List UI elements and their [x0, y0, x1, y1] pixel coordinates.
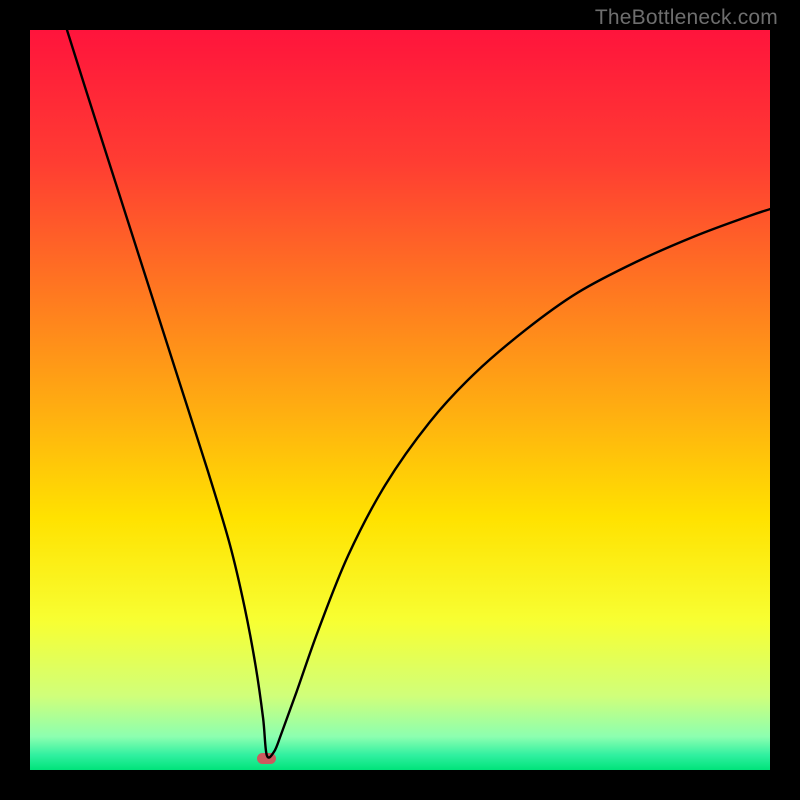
bottleneck-curve — [30, 30, 770, 770]
watermark-text: TheBottleneck.com — [595, 6, 778, 30]
chart-frame: TheBottleneck.com — [0, 0, 800, 800]
plot-area — [30, 30, 770, 770]
